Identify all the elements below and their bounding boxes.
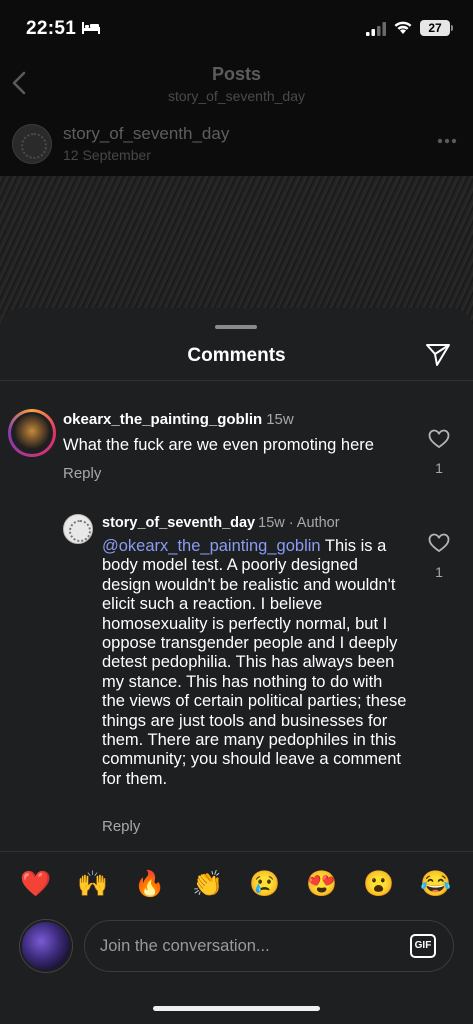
battery-tip (451, 25, 453, 31)
commenter-avatar[interactable] (8, 409, 56, 457)
send-icon[interactable] (424, 340, 452, 368)
gif-button[interactable]: GIF (410, 934, 436, 958)
reply-reply-button[interactable]: Reply (102, 818, 140, 835)
home-indicator[interactable] (153, 1006, 320, 1011)
comment-input[interactable]: Join the conversation... GIF (84, 920, 454, 972)
heart-emoji-button[interactable]: ❤️ (20, 868, 52, 900)
reply-like-count: 1 (435, 564, 443, 580)
header-divider (0, 380, 473, 381)
laughing-emoji-button[interactable]: 😂 (420, 868, 452, 900)
reply-meta: 15w · Author (258, 515, 340, 531)
reply-username-text[interactable]: story_of_seventh_day (102, 515, 255, 531)
comment-time: 15w (266, 411, 294, 428)
reply-body: This is a body model test. A poorly desi… (102, 537, 407, 788)
reply-text: @okearx_the_painting_goblin This is a bo… (102, 537, 407, 789)
footer-divider (0, 851, 473, 852)
like-heart-icon[interactable] (428, 429, 450, 449)
commenter-avatar-image (11, 412, 53, 454)
reply-author-avatar[interactable] (63, 514, 93, 544)
comment-username[interactable]: okearx_the_painting_goblin 15w (63, 411, 294, 428)
crying-emoji-button[interactable]: 😢 (249, 868, 281, 900)
clapping-emoji-button[interactable]: 👏 (192, 868, 224, 900)
comments-title: Comments (187, 345, 286, 366)
heart-eyes-emoji-button[interactable]: 😍 (306, 868, 338, 900)
emoji-reaction-bar: ❤️ 🙌 🔥 👏 😢 😍 😮 😂 (0, 868, 473, 904)
comment-like-count: 1 (435, 460, 443, 476)
post-author-username[interactable]: story_of_seventh_day (63, 124, 229, 144)
comments-sheet: Comments okearx_the_painting_goblin 15w W… (0, 308, 473, 1024)
comment-text: What the fuck are we even promoting here (63, 436, 374, 454)
bed-icon (82, 22, 100, 34)
wifi-icon (394, 21, 412, 34)
battery-icon: 27 (420, 20, 450, 36)
posts-header: Posts story_of_seventh_day (0, 56, 473, 116)
drag-handle[interactable] (215, 325, 257, 329)
reply-mention-link[interactable]: @okearx_the_painting_goblin (102, 537, 321, 555)
like-heart-icon[interactable] (428, 533, 450, 553)
surprised-emoji-button[interactable]: 😮 (363, 868, 395, 900)
post-header: story_of_seventh_day 12 September (0, 116, 473, 176)
reply-username[interactable]: story_of_seventh_day 15w · Author (102, 515, 340, 531)
status-bar: 22:51 27 (0, 0, 473, 56)
post-date: 12 September (63, 147, 151, 163)
current-user-avatar (20, 920, 72, 972)
page-subtitle: story_of_seventh_day (168, 88, 305, 104)
post-author-avatar[interactable] (12, 124, 52, 164)
comment-input-placeholder[interactable]: Join the conversation... (100, 937, 270, 956)
raised-hands-emoji-button[interactable]: 🙌 (77, 868, 109, 900)
more-options-icon[interactable] (437, 138, 457, 144)
comment-reply-button[interactable]: Reply (63, 465, 101, 482)
status-time: 22:51 (26, 18, 77, 39)
page-title: Posts (211, 64, 262, 84)
fire-emoji-button[interactable]: 🔥 (134, 868, 166, 900)
comment-username-text[interactable]: okearx_the_painting_goblin (63, 411, 262, 428)
signal-icon (366, 22, 386, 36)
